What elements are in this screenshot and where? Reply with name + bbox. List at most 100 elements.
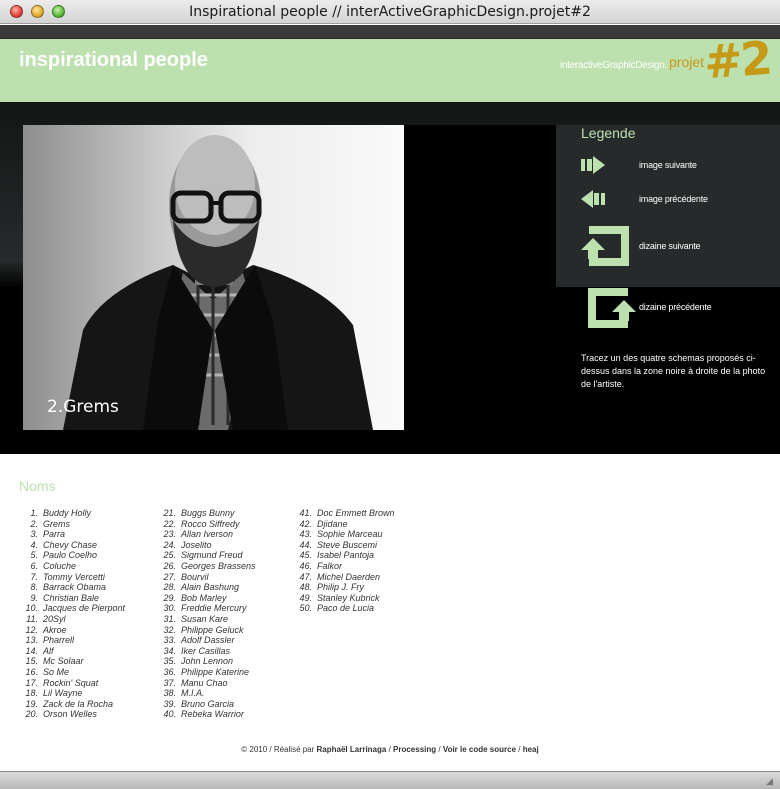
name-text: Philip J. Fry bbox=[317, 582, 365, 593]
name-number: 43. bbox=[299, 529, 312, 540]
brand-number: #2 bbox=[702, 30, 773, 90]
loop-up-left-icon bbox=[581, 226, 629, 266]
name-list-item: 25. Sigmund Freud bbox=[150, 550, 256, 561]
legend-title: Legende bbox=[581, 125, 636, 141]
name-text: Philippe Geluck bbox=[181, 624, 244, 635]
window-bottom-bar: ◢ bbox=[0, 771, 780, 789]
footer-processing-link[interactable]: Processing bbox=[393, 745, 436, 754]
name-text: Steve Buscemi bbox=[317, 539, 378, 550]
name-number: 28. bbox=[163, 582, 176, 593]
window-titlebar[interactable]: Inspirational people // interActiveGraph… bbox=[0, 0, 780, 24]
name-number: 30. bbox=[163, 603, 176, 614]
name-text: Paco de Lucia bbox=[317, 603, 375, 614]
name-number: 13. bbox=[25, 635, 38, 646]
name-number: 5. bbox=[30, 550, 38, 561]
page-footer: © 2010 / Réalisé par Raphaël Larrinaga /… bbox=[0, 745, 780, 754]
name-list-item: 50. Paco de Lucia bbox=[286, 603, 395, 614]
name-text: Sophie Marceau bbox=[317, 529, 383, 540]
name-number: 42. bbox=[299, 518, 312, 529]
name-text: Manu Chao bbox=[181, 677, 228, 688]
name-list-item: 32. Philippe Geluck bbox=[150, 625, 256, 636]
name-text: Coluche bbox=[43, 560, 77, 571]
site-header: inspirational people interactiveGraphicD… bbox=[0, 31, 780, 102]
name-text: Bob Marley bbox=[181, 592, 227, 603]
name-text: Rebeka Warrior bbox=[181, 709, 244, 720]
name-text: Tommy Vercetti bbox=[43, 571, 105, 582]
name-text: Bourvil bbox=[181, 571, 209, 582]
name-list-item: 22. Rocco Siffredy bbox=[150, 519, 256, 530]
legend-label-next-ten: dizaine suivante bbox=[639, 241, 701, 251]
name-text: Buggs Bunny bbox=[181, 508, 235, 518]
name-text: Stanley Kubrick bbox=[317, 592, 380, 603]
name-list-item: 19. Zack de la Rocha bbox=[14, 699, 125, 710]
footer-source-link[interactable]: Voir le code source bbox=[443, 745, 516, 754]
name-text: Barrack Obama bbox=[43, 582, 107, 593]
resize-grip-icon[interactable]: ◢ bbox=[766, 776, 776, 786]
name-number: 20. bbox=[25, 709, 38, 720]
name-list-item: 37. Manu Chao bbox=[150, 678, 256, 689]
name-number: 15. bbox=[25, 656, 38, 667]
name-number: 26. bbox=[163, 560, 176, 571]
name-number: 23. bbox=[163, 529, 176, 540]
name-list-item: 20. Orson Welles bbox=[14, 709, 125, 720]
arrow-left-icon bbox=[581, 190, 605, 208]
name-list-item: 18. Lil Wayne bbox=[14, 688, 125, 699]
name-list-item: 34. Iker Casillas bbox=[150, 646, 256, 657]
name-number: 37. bbox=[163, 677, 176, 688]
gesture-draw-zone[interactable] bbox=[404, 125, 556, 430]
name-number: 12. bbox=[25, 624, 38, 635]
name-list-item: 38. M.I.A. bbox=[150, 688, 256, 699]
name-list-item: 28. Alain Bashung bbox=[150, 582, 256, 593]
name-number: 11. bbox=[26, 613, 38, 624]
name-text: Paulo Coelho bbox=[43, 550, 98, 561]
name-list-item: 7. Tommy Vercetti bbox=[14, 572, 125, 583]
name-list-item: 16. So Me bbox=[14, 667, 125, 678]
name-number: 27. bbox=[163, 571, 176, 582]
name-number: 41. bbox=[299, 508, 312, 518]
name-number: 3. bbox=[30, 529, 38, 540]
name-text: Bruno Garcia bbox=[181, 698, 235, 709]
name-text: Michel Daerden bbox=[317, 571, 381, 582]
name-list-item: 6. Coluche bbox=[14, 561, 125, 572]
name-list-item: 27. Bourvil bbox=[150, 572, 256, 583]
name-number: 38. bbox=[163, 688, 176, 699]
name-text: Alf bbox=[43, 645, 54, 656]
name-text: Grems bbox=[43, 518, 70, 529]
name-list-item: 41. Doc Emmett Brown bbox=[286, 508, 394, 519]
name-list-item: 8. Barrack Obama bbox=[14, 582, 125, 593]
name-list-item: 36. Philippe Katerine bbox=[150, 667, 256, 678]
name-list-item: 45. Isabel Pantoja bbox=[286, 550, 395, 561]
name-number: 25. bbox=[163, 550, 176, 561]
name-text: So Me bbox=[43, 666, 70, 677]
name-number: 48. bbox=[299, 582, 312, 593]
name-list-item: 44. Steve Buscemi bbox=[286, 540, 395, 551]
footer-heaj-link[interactable]: heaj bbox=[523, 745, 539, 754]
name-number: 18. bbox=[25, 688, 38, 699]
name-text: Joselito bbox=[181, 539, 212, 550]
brand-projet: projet bbox=[669, 54, 705, 70]
name-text: Christian Bale bbox=[43, 592, 100, 603]
site-title: inspirational people bbox=[19, 49, 208, 71]
footer-separator: / bbox=[436, 745, 443, 754]
name-number: 32. bbox=[163, 624, 176, 635]
name-list-item: 14. Alf bbox=[14, 646, 125, 657]
name-number: 40. bbox=[163, 709, 176, 720]
legend-label-previous-ten: dizaine précédente bbox=[639, 302, 712, 312]
name-number: 19. bbox=[25, 698, 38, 709]
name-text: Isabel Pantoja bbox=[317, 550, 375, 561]
footer-author-link[interactable]: Raphaël Larrinaga bbox=[317, 745, 387, 754]
name-number: 6. bbox=[30, 560, 38, 571]
name-text: M.I.A. bbox=[181, 688, 205, 699]
name-text: Mc Solaar bbox=[43, 656, 84, 667]
name-list-item: 47. Michel Daerden bbox=[286, 572, 395, 583]
name-number: 36. bbox=[163, 666, 176, 677]
name-number: 47. bbox=[299, 571, 312, 582]
names-column-2: 21. Buggs Bunny 22. Rocco Siffredy 23. Allan … bbox=[150, 508, 256, 720]
name-list-item: 30. Freddie Mercury bbox=[150, 603, 256, 614]
name-text: Susan Kare bbox=[181, 613, 229, 624]
footer-separator: / bbox=[386, 745, 394, 754]
names-title: Noms bbox=[19, 478, 56, 494]
name-list-item: 17. Rockin' Squat bbox=[14, 678, 125, 689]
footer-copyright: © 2010 / Réalisé par bbox=[241, 745, 317, 754]
name-number: 39. bbox=[163, 698, 176, 709]
